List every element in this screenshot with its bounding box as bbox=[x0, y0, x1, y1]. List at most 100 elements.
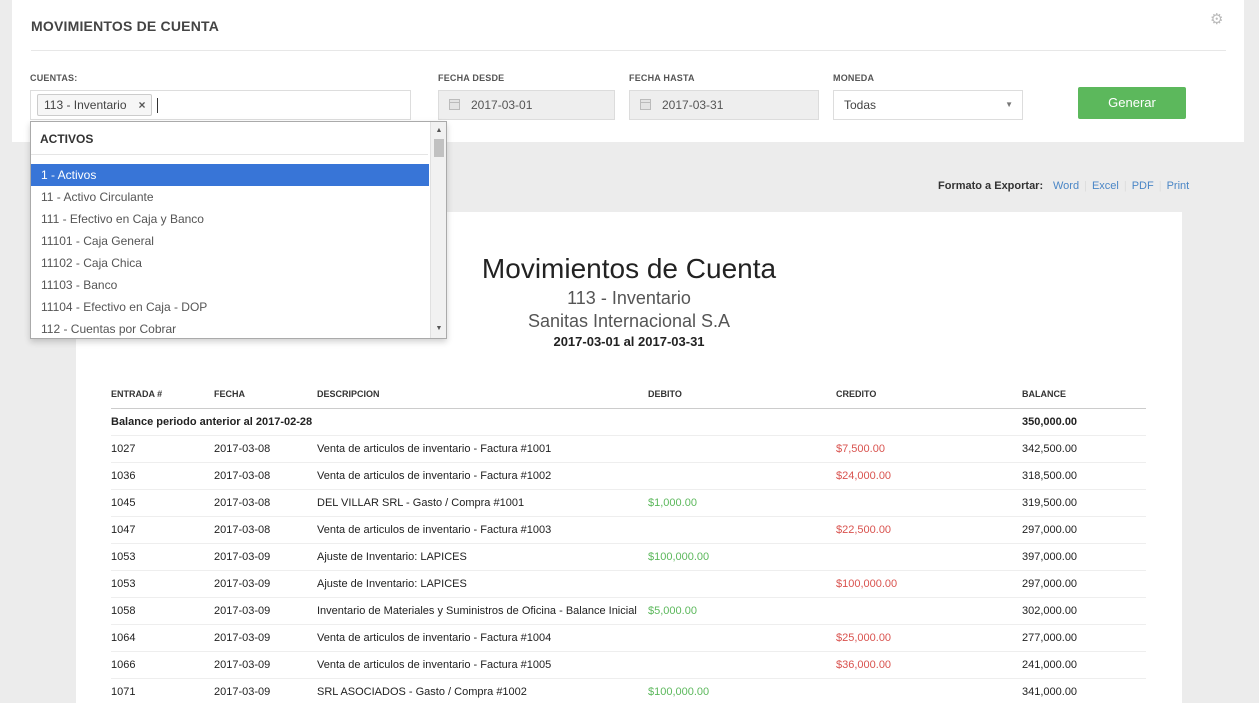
fecha-hasta-value: 2017-03-31 bbox=[662, 98, 724, 112]
cell-credito: $22,500.00 bbox=[836, 516, 1022, 544]
cell-entrada: 1071 bbox=[111, 678, 214, 703]
remove-tag-icon[interactable]: × bbox=[138, 95, 145, 115]
cell-debito: $1,000.00 bbox=[648, 489, 836, 517]
fecha-desde-label: FECHA DESDE bbox=[438, 73, 505, 83]
col-debito: DEBITO bbox=[648, 380, 836, 409]
cell-balance: 277,000.00 bbox=[1022, 624, 1146, 652]
cell-credito bbox=[836, 543, 1022, 571]
cell-credito bbox=[836, 489, 1022, 517]
cell-descripcion: Ajuste de Inventario: LAPICES bbox=[317, 570, 648, 598]
title-divider bbox=[31, 50, 1226, 51]
dropdown-option[interactable]: 11102 - Caja Chica bbox=[31, 252, 429, 274]
calendar-icon bbox=[640, 99, 651, 110]
dropdown-option[interactable]: 11101 - Caja General bbox=[31, 230, 429, 252]
gear-icon[interactable]: ⚙ bbox=[1210, 12, 1226, 28]
previous-balance-value: 350,000.00 bbox=[1022, 408, 1146, 436]
cell-credito: $36,000.00 bbox=[836, 651, 1022, 679]
cell-descripcion: DEL VILLAR SRL - Gasto / Compra #1001 bbox=[317, 489, 648, 517]
export-excel-link[interactable]: Excel bbox=[1092, 180, 1119, 192]
cell-descripcion: Venta de articulos de inventario - Factu… bbox=[317, 516, 648, 544]
cell-debito: $100,000.00 bbox=[648, 678, 836, 703]
dropdown-option[interactable]: 11103 - Banco bbox=[31, 274, 429, 296]
cell-descripcion: Venta de articulos de inventario - Factu… bbox=[317, 651, 648, 679]
cell-credito: $25,000.00 bbox=[836, 624, 1022, 652]
cell-balance: 297,000.00 bbox=[1022, 570, 1146, 598]
export-pdf-link[interactable]: PDF bbox=[1132, 180, 1154, 192]
table-row: 1027 2017-03-08 Venta de articulos de inve… bbox=[111, 435, 1146, 463]
cell-descripcion: Ajuste de Inventario: LAPICES bbox=[317, 543, 648, 571]
cell-fecha: 2017-03-09 bbox=[214, 624, 317, 652]
cuentas-label: CUENTAS: bbox=[30, 73, 78, 83]
cell-entrada: 1027 bbox=[111, 435, 214, 463]
cell-credito bbox=[836, 597, 1022, 625]
cell-balance: 297,000.00 bbox=[1022, 516, 1146, 544]
selected-account-tag: 113 - Inventario × bbox=[37, 94, 152, 116]
calendar-icon bbox=[449, 99, 460, 110]
cell-entrada: 1045 bbox=[111, 489, 214, 517]
cell-credito: $100,000.00 bbox=[836, 570, 1022, 598]
dropdown-options: 1 - Activos 11 - Activo Circulante 111 - E… bbox=[31, 164, 429, 338]
cell-descripcion: Inventario de Materiales y Suministros d… bbox=[317, 597, 648, 625]
moneda-select[interactable]: Todas ▼ bbox=[833, 90, 1023, 120]
moneda-value: Todas bbox=[844, 98, 877, 112]
dropdown-option[interactable]: 112 - Cuentas por Cobrar bbox=[31, 318, 429, 338]
table-row: 1047 2017-03-08 Venta de articulos de inve… bbox=[111, 516, 1146, 544]
scroll-thumb[interactable] bbox=[434, 139, 444, 157]
col-entrada: ENTRADA # bbox=[111, 380, 214, 409]
cell-fecha: 2017-03-09 bbox=[214, 678, 317, 703]
table-row: 1064 2017-03-09 Venta de articulos de inve… bbox=[111, 624, 1146, 652]
cell-fecha: 2017-03-08 bbox=[214, 462, 317, 490]
cell-balance: 397,000.00 bbox=[1022, 543, 1146, 571]
table-row: 1053 2017-03-09 Ajuste de Inventario: LAPI… bbox=[111, 570, 1146, 598]
fecha-desde-field[interactable]: 2017-03-01 bbox=[438, 90, 615, 120]
table-row: 1036 2017-03-08 Venta de articulos de inve… bbox=[111, 462, 1146, 490]
cell-balance: 342,500.00 bbox=[1022, 435, 1146, 463]
cell-debito bbox=[648, 624, 836, 652]
cuentas-input[interactable]: 113 - Inventario × bbox=[30, 90, 411, 120]
page-title: MOVIMIENTOS DE CUENTA bbox=[31, 18, 220, 34]
cell-entrada: 1053 bbox=[111, 570, 214, 598]
export-word-link[interactable]: Word bbox=[1053, 180, 1079, 192]
cell-credito bbox=[836, 678, 1022, 703]
cell-descripcion: Venta de articulos de inventario - Factu… bbox=[317, 624, 648, 652]
scroll-up-icon[interactable]: ▲ bbox=[431, 124, 446, 138]
fecha-desde-value: 2017-03-01 bbox=[471, 98, 533, 112]
cell-fecha: 2017-03-09 bbox=[214, 543, 317, 571]
dropdown-option[interactable]: 111 - Efectivo en Caja y Banco bbox=[31, 208, 429, 230]
link-separator: | bbox=[1123, 180, 1127, 192]
cell-debito bbox=[648, 462, 836, 490]
cell-debito bbox=[648, 570, 836, 598]
cell-fecha: 2017-03-09 bbox=[214, 651, 317, 679]
dropdown-group-label: ACTIVOS bbox=[40, 132, 94, 146]
moneda-label: MONEDA bbox=[833, 73, 875, 83]
movements-table: ENTRADA # FECHA DESCRIPCION DEBITO CREDI… bbox=[111, 380, 1146, 703]
table-row: 1071 2017-03-09 SRL ASOCIADOS - Gasto / Co… bbox=[111, 678, 1146, 703]
cell-fecha: 2017-03-08 bbox=[214, 489, 317, 517]
cell-balance: 241,000.00 bbox=[1022, 651, 1146, 679]
table-header-row: ENTRADA # FECHA DESCRIPCION DEBITO CREDI… bbox=[111, 380, 1146, 409]
export-label: Formato a Exportar: bbox=[938, 180, 1044, 192]
dropdown-option[interactable]: 11104 - Efectivo en Caja - DOP bbox=[31, 296, 429, 318]
generate-button[interactable]: Generar bbox=[1078, 87, 1186, 119]
fecha-hasta-field[interactable]: 2017-03-31 bbox=[629, 90, 819, 120]
scroll-down-icon[interactable]: ▼ bbox=[431, 322, 446, 336]
col-fecha: FECHA bbox=[214, 380, 317, 409]
dropdown-option[interactable]: 1 - Activos bbox=[31, 164, 429, 186]
cell-entrada: 1058 bbox=[111, 597, 214, 625]
dropdown-option[interactable]: 11 - Activo Circulante bbox=[31, 186, 429, 208]
link-separator: | bbox=[1158, 180, 1162, 192]
cell-balance: 319,500.00 bbox=[1022, 489, 1146, 517]
dropdown-scrollbar[interactable]: ▲ ▼ bbox=[430, 122, 446, 338]
cell-fecha: 2017-03-09 bbox=[214, 597, 317, 625]
export-links: Word | Excel | PDF | Print bbox=[1053, 180, 1189, 192]
cell-entrada: 1064 bbox=[111, 624, 214, 652]
cell-balance: 341,000.00 bbox=[1022, 678, 1146, 703]
col-balance: BALANCE bbox=[1022, 380, 1146, 409]
selected-account-tag-label: 113 - Inventario bbox=[44, 98, 127, 112]
cell-fecha: 2017-03-09 bbox=[214, 570, 317, 598]
caret-down-icon: ▼ bbox=[1005, 100, 1013, 109]
fecha-hasta-label: FECHA HASTA bbox=[629, 73, 695, 83]
export-print-link[interactable]: Print bbox=[1167, 180, 1190, 192]
cell-debito bbox=[648, 516, 836, 544]
previous-balance-row: Balance periodo anterior al 2017-02-28 3… bbox=[111, 408, 1146, 436]
